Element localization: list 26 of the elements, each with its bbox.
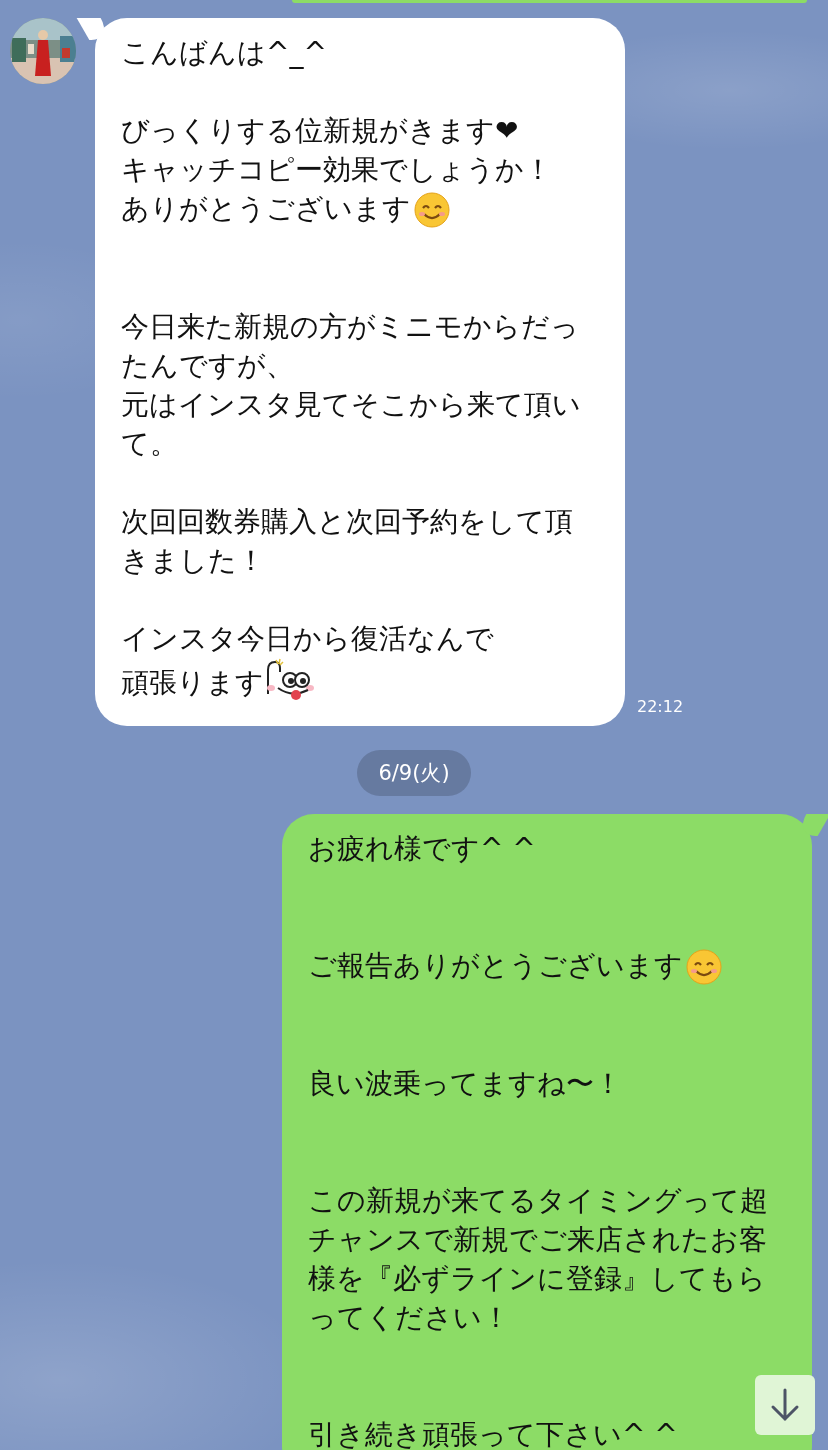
message-text: 引き続き頑張って下さい^ ^ — [308, 1417, 678, 1450]
down-arrow-icon — [770, 1388, 800, 1422]
message-text: こんばんは^_^ — [121, 35, 327, 71]
message-text: キャッチコピー効果でしょうか！ — [121, 152, 552, 188]
date-label: 6/9(火) — [357, 750, 471, 796]
message-text: たんですが、 — [121, 348, 294, 384]
message-text: ご報告ありがとうございます — [308, 946, 723, 986]
message-text: ありがとうございます — [121, 189, 451, 229]
message-text: きました！ — [121, 543, 265, 579]
message-text: チャンスで新規でご来店されたお客 — [308, 1222, 767, 1258]
message-text: ってください！ — [308, 1300, 510, 1336]
message-text: インスタ今日から復活なんで — [121, 621, 494, 657]
smiling-face-icon — [413, 191, 451, 229]
message-text: 様を『必ずラインに登録』してもら — [308, 1261, 766, 1297]
scroll-down-button[interactable] — [755, 1375, 815, 1435]
message-text: 元はインスタ見てそこから来て頂い — [121, 387, 581, 423]
message-text: びっくりする位新規がきます❤ — [121, 113, 519, 149]
smiling-face-icon — [685, 948, 723, 986]
message-text: 良い波乗ってますね〜！ — [308, 1066, 622, 1102]
message-text: 今日来た新規の方がミニモからだっ — [121, 309, 579, 345]
message-text: 頑張ります — [121, 658, 318, 702]
message-text: この新規が来てるタイミングって超 — [308, 1183, 768, 1219]
message-text: お疲れ様です^ ^ — [308, 831, 536, 867]
message-text: 次回回数券購入と次回予約をして頂 — [121, 504, 573, 540]
message-text: て。 — [121, 426, 178, 462]
message-time: 22:12 — [637, 697, 684, 716]
